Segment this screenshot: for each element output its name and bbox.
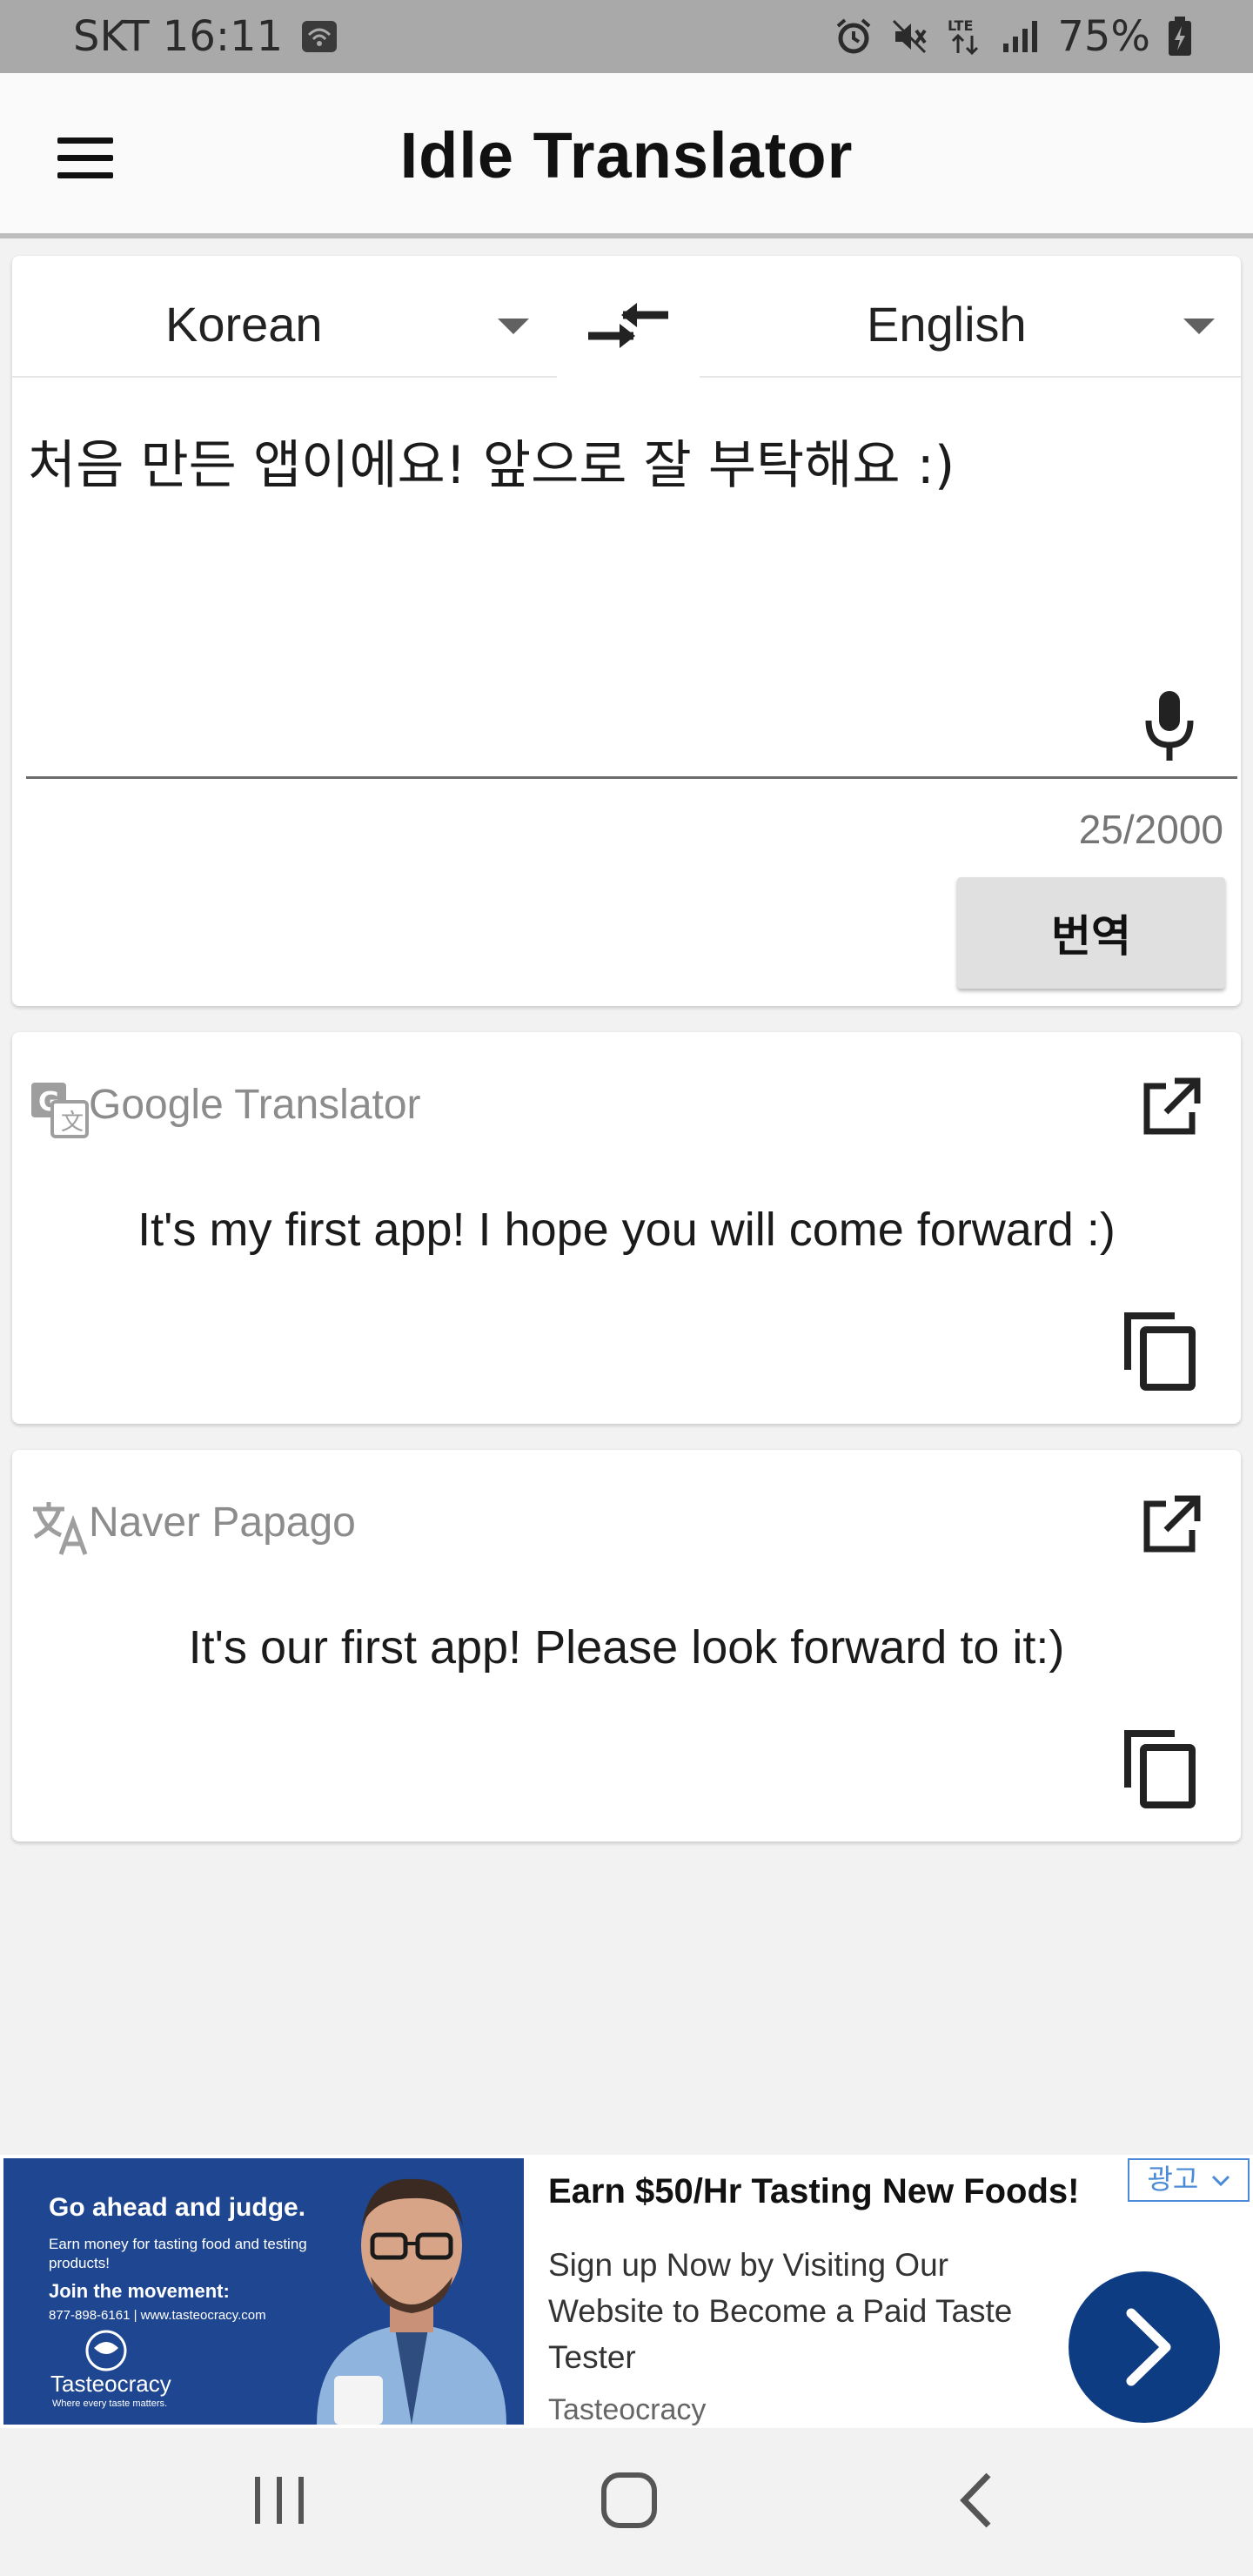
home-icon[interactable]: [590, 2466, 668, 2536]
translation-text: It's our first app! Please look forward …: [188, 1621, 1065, 1674]
ad-image-headline: Go ahead and judge.: [49, 2193, 306, 2222]
swap-languages-icon[interactable]: [585, 291, 672, 360]
result-card-papago: Naver Papago It's our first app! Please …: [12, 1450, 1241, 1841]
input-underline: [26, 776, 1237, 779]
microphone-icon[interactable]: [1135, 682, 1204, 769]
app-title: Idle Translator: [399, 119, 854, 191]
dropdown-arrow-icon: [1183, 319, 1215, 334]
chevron-right-icon: [1126, 2308, 1171, 2386]
target-language-select[interactable]: English: [700, 256, 1241, 378]
ad-image-tagline: Where every taste matters.: [52, 2398, 168, 2409]
smiling-man-photo: [317, 2178, 506, 2425]
char-counter: 25/2000: [1078, 807, 1223, 852]
ad-advertiser: Tasteocracy: [548, 2393, 707, 2426]
source-text-input[interactable]: 처음 만든 앱이에요! 앞으로 잘 부탁해요 :): [28, 423, 1159, 499]
tasteocracy-logo-icon: [85, 2330, 127, 2371]
app-bar: Idle Translator: [0, 73, 1253, 238]
back-icon[interactable]: [940, 2466, 1018, 2536]
ad-title[interactable]: Earn $50/Hr Tasting New Foods!: [548, 2172, 1080, 2211]
ad-image-contact: 877-898-6161 | www.tasteocracy.com: [49, 2308, 266, 2323]
ad-badge-label: 광고: [1147, 2163, 1199, 2196]
ad-image[interactable]: Go ahead and judge. Earn money for tasti…: [3, 2158, 524, 2425]
signal-icon: [1003, 21, 1038, 52]
engine-name: Naver Papago: [89, 1499, 356, 1546]
alarm-icon: [836, 18, 871, 54]
status-bar: SKT 16:11 LTE 75%: [0, 0, 1253, 73]
translate-icon: [33, 1502, 88, 1555]
chevron-down-icon: [1211, 2175, 1230, 2187]
ad-banner[interactable]: Go ahead and judge. Earn money for tasti…: [0, 2155, 1253, 2428]
open-external-icon[interactable]: [1140, 1492, 1204, 1556]
source-language-select[interactable]: Korean: [12, 256, 557, 378]
copy-icon[interactable]: [1121, 1309, 1199, 1392]
engine-name: Google Translator: [89, 1082, 421, 1128]
svg-text:文: 文: [61, 1110, 84, 1136]
carrier-time: SKT 16:11: [73, 12, 284, 61]
battery-charging-icon: [1169, 17, 1191, 56]
open-external-icon[interactable]: [1140, 1074, 1204, 1138]
google-translate-icon: G 文: [31, 1083, 89, 1138]
input-card: Korean English 처음 만든 앱이에요! 앞으로 잘 부탁해요 :)…: [12, 256, 1241, 1006]
lte-icon: LTE: [948, 17, 979, 56]
translation-text: It's my first app! I hope you will come …: [137, 1204, 1116, 1256]
battery-percent: 75%: [1057, 12, 1150, 61]
ad-image-subtext: Earn money for tasting food and testing …: [49, 2236, 307, 2271]
copy-icon[interactable]: [1121, 1727, 1199, 1810]
status-left: SKT 16:11: [73, 12, 338, 61]
ad-body: Sign up Now by Visiting Our Website to B…: [548, 2247, 1013, 2375]
system-nav-bar: [0, 2428, 1253, 2576]
source-language-label: Korean: [165, 297, 323, 352]
svg-text:LTE: LTE: [948, 17, 973, 34]
target-language-label: English: [867, 297, 1027, 352]
ad-choices-badge[interactable]: 광고: [1128, 2158, 1250, 2202]
result-card-google: G 文 Google Translator It's my first app!…: [12, 1032, 1241, 1424]
wifi-calling-icon: [302, 21, 338, 52]
mute-icon: [893, 19, 927, 54]
ad-image-join: Join the movement:: [49, 2280, 230, 2302]
ad-cta-button[interactable]: [1069, 2271, 1220, 2423]
translate-button[interactable]: 번역: [957, 877, 1225, 989]
language-selector-row: Korean English: [12, 256, 1241, 378]
ad-image-brand: Tasteocracy: [50, 2371, 171, 2397]
dropdown-arrow-icon: [498, 319, 529, 334]
status-right: LTE 75%: [834, 12, 1192, 61]
recents-icon[interactable]: [240, 2466, 318, 2536]
